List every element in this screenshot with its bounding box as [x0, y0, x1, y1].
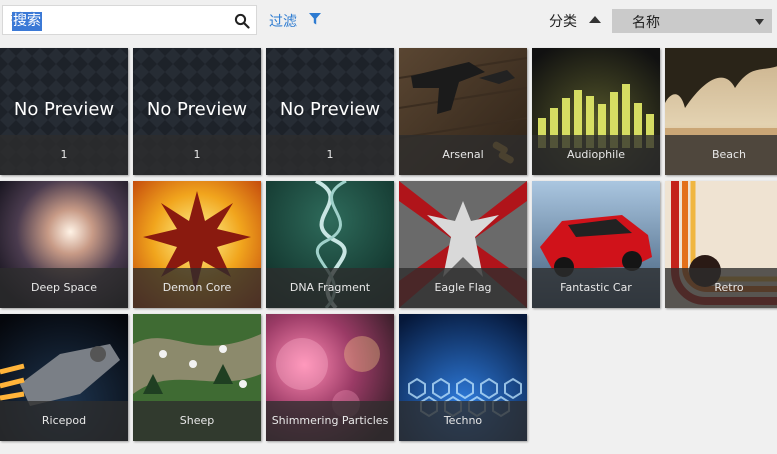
sort-label: 分类: [549, 14, 577, 30]
theme-tile[interactable]: Arsenal: [399, 48, 527, 175]
filter-icon[interactable]: [308, 12, 322, 26]
no-preview-text: No Preview: [279, 99, 381, 120]
theme-tile[interactable]: Fantastic Car: [532, 181, 660, 308]
theme-tile[interactable]: Eagle Flag: [399, 181, 527, 308]
theme-tile[interactable]: Techno: [399, 314, 527, 441]
theme-tile[interactable]: Demon Core: [133, 181, 261, 308]
tile-label: DNA Fragment: [266, 268, 394, 308]
theme-tile[interactable]: Retro: [665, 181, 777, 308]
chevron-down-icon: [755, 19, 764, 25]
search-selected-text[interactable]: 搜索: [12, 12, 42, 31]
tile-label: Beach: [665, 135, 777, 175]
tile-label: Demon Core: [133, 268, 261, 308]
sort-ascending-icon[interactable]: [588, 14, 602, 24]
no-preview-text: No Preview: [13, 99, 115, 120]
theme-tile[interactable]: Ricepod: [0, 314, 128, 441]
search-input[interactable]: [11, 10, 226, 30]
tile-label: Eagle Flag: [399, 268, 527, 308]
search-box[interactable]: 搜索: [2, 5, 257, 35]
theme-tile[interactable]: Sheep: [133, 314, 261, 441]
theme-tile[interactable]: No Preview 1: [133, 48, 261, 175]
theme-tile[interactable]: DNA Fragment: [266, 181, 394, 308]
tile-label: 1: [133, 135, 261, 175]
sort-select[interactable]: 名称: [612, 9, 772, 33]
tile-label: Ricepod: [0, 401, 128, 441]
tile-label: Arsenal: [399, 135, 527, 175]
tile-label: Audiophile: [532, 135, 660, 175]
tile-label: Techno: [399, 401, 527, 441]
no-preview-text: No Preview: [146, 99, 248, 120]
theme-tile[interactable]: No Preview 1: [266, 48, 394, 175]
theme-tile[interactable]: Audiophile: [532, 48, 660, 175]
sort-select-value: 名称: [632, 15, 660, 31]
filter-button[interactable]: 过滤: [269, 11, 297, 31]
tile-label: 1: [0, 135, 128, 175]
theme-tile[interactable]: Deep Space: [0, 181, 128, 308]
tile-label: Retro: [665, 268, 777, 308]
tile-label: Sheep: [133, 401, 261, 441]
tile-label: Deep Space: [0, 268, 128, 308]
tile-label: 1: [266, 135, 394, 175]
theme-tile[interactable]: Shimmering Particles: [266, 314, 394, 441]
search-icon[interactable]: [234, 13, 250, 29]
theme-tile[interactable]: No Preview 1: [0, 48, 128, 175]
theme-tile[interactable]: Beach: [665, 48, 777, 175]
toolbar: 搜索 过滤 分类 名称: [0, 0, 777, 44]
tile-label: Fantastic Car: [532, 268, 660, 308]
tile-label: Shimmering Particles: [266, 401, 394, 441]
